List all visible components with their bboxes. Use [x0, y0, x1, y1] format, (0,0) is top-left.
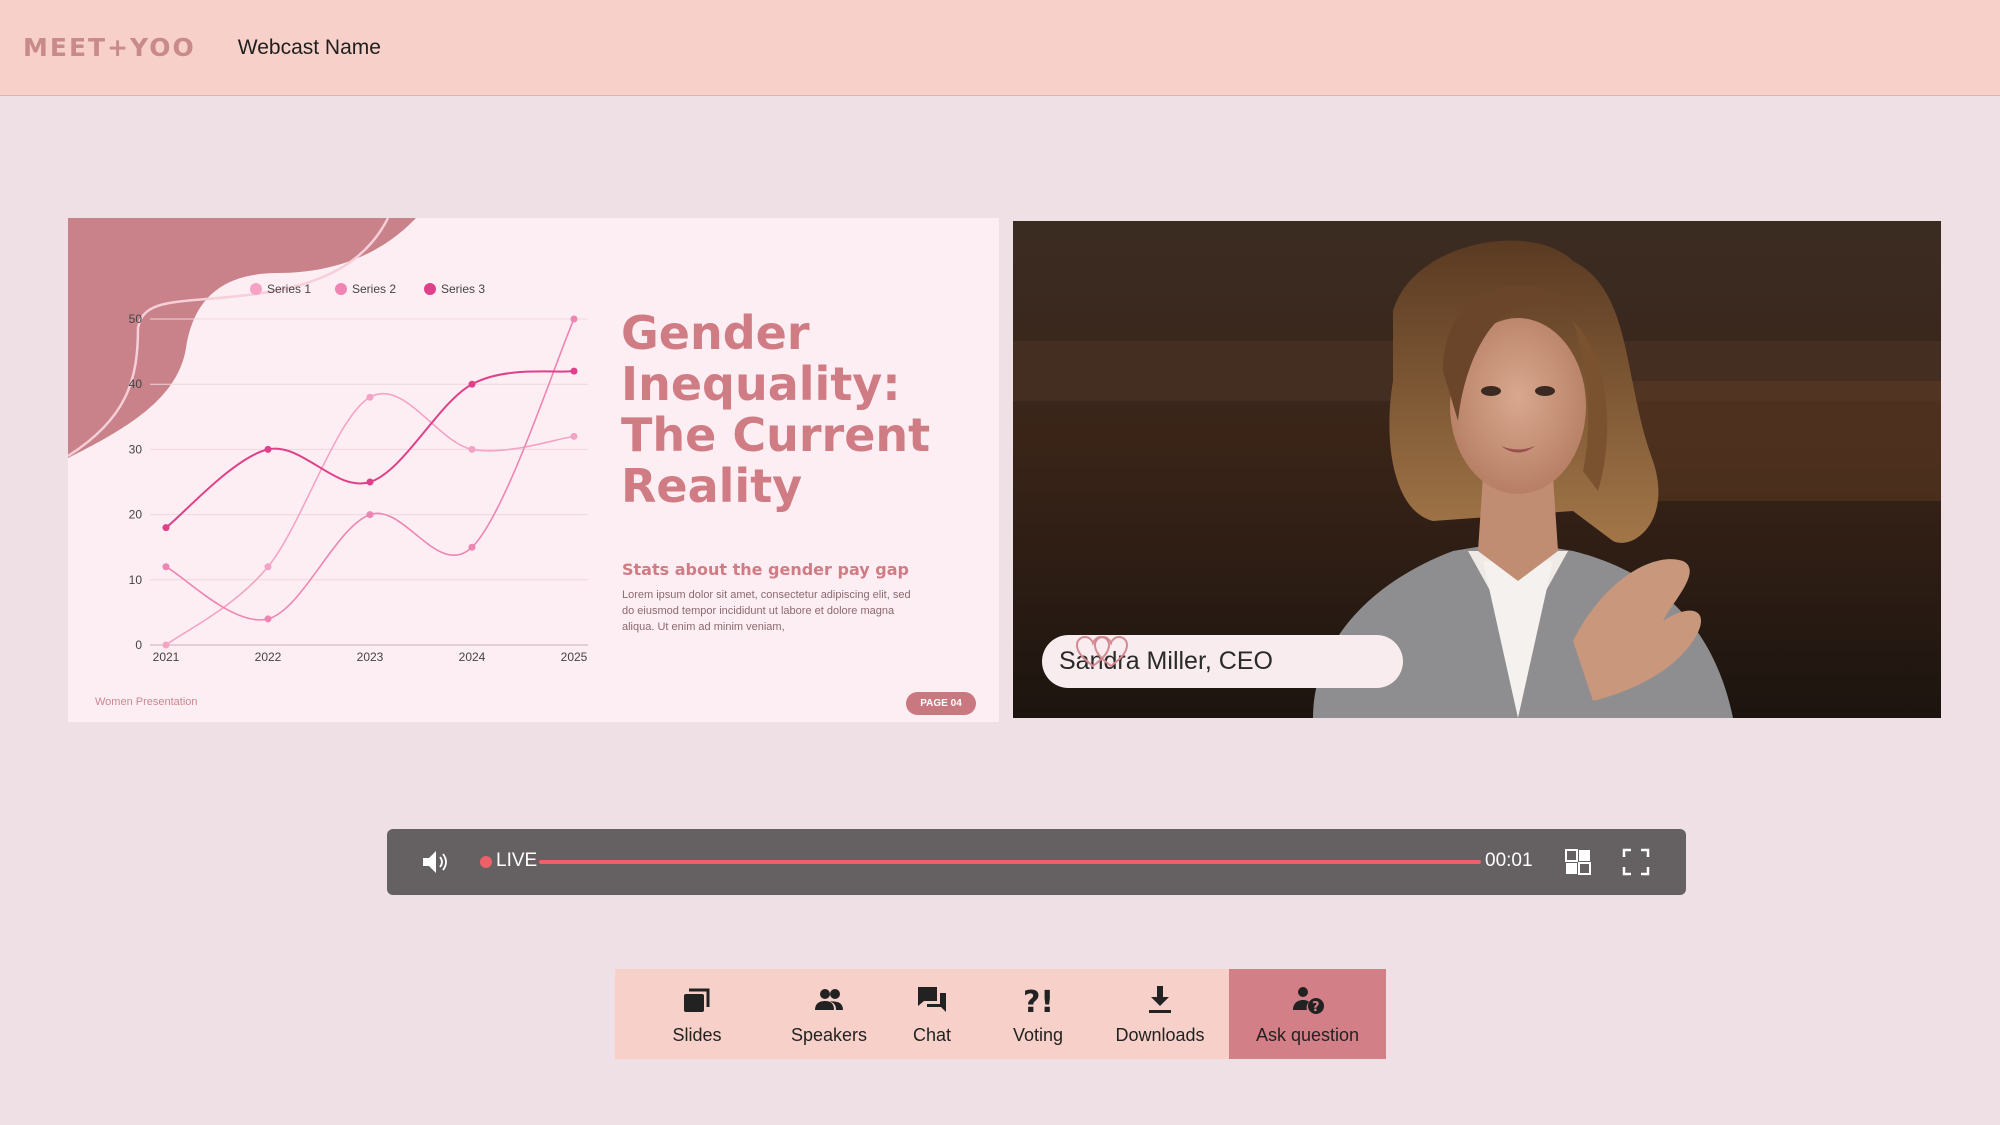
slide-panel: 0 10 20 30 40 50 2021 2022 2023 2024 2025 Series 1… [68, 218, 999, 722]
tab-chat[interactable]: Chat [879, 969, 985, 1059]
series-2-point [264, 615, 272, 623]
tab-downloads-label: Downloads [1115, 1025, 1205, 1045]
slide-footer: Women Presentation [95, 696, 198, 708]
series-2-point [468, 543, 476, 551]
series-1-point [162, 641, 170, 649]
slide-title: Gender Inequality: The Current Reality [621, 306, 931, 513]
x-tick-label: 2022 [255, 650, 282, 664]
series-3-point [366, 478, 374, 486]
tab-ask-question-label: Ask question [1255, 1025, 1360, 1045]
legend-label-2: Series 2 [352, 282, 396, 296]
legend-marker-2 [335, 283, 347, 295]
y-tick-label: 50 [129, 312, 143, 326]
hearts-icon [1075, 635, 1129, 668]
slides-icon [684, 988, 710, 1012]
y-tick-label: 10 [129, 573, 143, 587]
tab-downloads[interactable]: Downloads [1091, 969, 1229, 1059]
y-tick-label: 20 [129, 508, 143, 522]
slide-body-text: Lorem ipsum dolor sit amet, consectetur … [622, 589, 911, 633]
voting-icon: ?! [1023, 985, 1054, 1017]
series-3-point [162, 524, 170, 532]
download-icon [1149, 986, 1171, 1013]
tab-ask-question[interactable]: ? Ask question [1229, 969, 1386, 1059]
top-bar: MEET+YOO Webcast Name [0, 0, 2000, 96]
page-badge: PAGE 04 [906, 692, 976, 715]
progress-bar[interactable] [539, 860, 1481, 864]
x-tick-label: 2021 [153, 650, 180, 664]
series-3-point [468, 380, 476, 388]
slide-decoration [68, 218, 416, 458]
tab-speakers[interactable]: Speakers [779, 969, 879, 1059]
live-indicator-dot [480, 856, 492, 868]
ask-question-icon: ? [1292, 987, 1324, 1015]
series-1-point [264, 563, 272, 571]
legend-label-3: Series 3 [441, 282, 485, 296]
series-3-point [570, 367, 578, 375]
legend-marker-1 [250, 283, 262, 295]
legend-marker-3 [424, 283, 436, 295]
legend-label-1: Series 1 [267, 282, 311, 296]
y-tick-label: 30 [129, 442, 143, 456]
chat-icon [918, 987, 946, 1012]
series-1-point [570, 432, 578, 440]
speakers-icon [815, 989, 843, 1010]
player-controls: LIVE 00:01 [387, 829, 1686, 895]
series-1-point [366, 393, 374, 401]
series-line-2 [165, 318, 575, 621]
tab-voting[interactable]: ?! Voting [985, 969, 1091, 1059]
tab-chat-label: Chat [912, 1025, 952, 1045]
tab-slides-label: Slides [672, 1025, 722, 1045]
tab-speakers-label: Speakers [790, 1025, 868, 1045]
series-2-point [366, 511, 374, 519]
svg-text:?!: ?! [1023, 985, 1054, 1017]
fullscreen-icon[interactable] [1622, 848, 1650, 876]
series-2-point [570, 315, 578, 323]
series-2-point [162, 563, 170, 571]
speaker-video[interactable]: Sandra Miller, CEO [1013, 221, 1941, 718]
volume-icon[interactable] [420, 847, 450, 877]
speaker-name-tag: Sandra Miller, CEO [1042, 635, 1403, 688]
series-line-1 [165, 392, 575, 646]
x-tick-label: 2023 [357, 650, 384, 664]
bottom-toolbar: Slides Speakers Chat ?! Voting Downloads [615, 969, 1386, 1059]
slide-subtitle: Stats about the gender pay gap [622, 560, 909, 579]
y-tick-label: 0 [135, 638, 142, 652]
series-3-point [264, 445, 272, 453]
progress-fill [539, 860, 1481, 864]
series-1-point [468, 445, 476, 453]
svg-text:?: ? [1312, 1000, 1320, 1015]
webcast-title: Webcast Name [237, 35, 381, 59]
tab-voting-label: Voting [1012, 1025, 1064, 1045]
x-tick-label: 2025 [561, 650, 588, 664]
y-tick-label: 40 [129, 377, 143, 391]
time-label: 00:01 [1485, 850, 1533, 871]
logo: MEET+YOO [23, 33, 196, 62]
x-tick-label: 2024 [459, 650, 486, 664]
live-label: LIVE [496, 850, 538, 871]
tab-slides[interactable]: Slides [615, 969, 779, 1059]
layout-toggle-icon[interactable] [1565, 849, 1591, 875]
